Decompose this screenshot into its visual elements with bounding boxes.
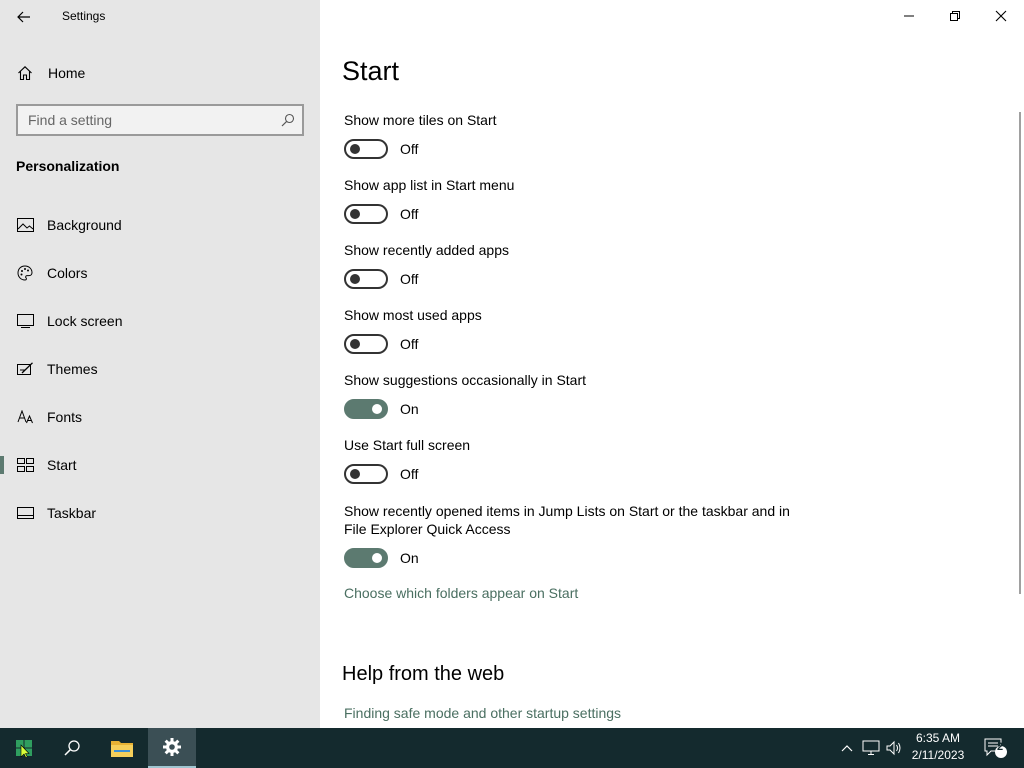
volume-button[interactable] [883, 728, 905, 768]
taskbar: 6:35 AM 2/11/2023 2 [0, 728, 1024, 768]
close-icon [995, 10, 1007, 22]
toggle-state: Off [400, 206, 419, 222]
sidebar: Settings Home Personalization Background… [0, 0, 320, 728]
sidebar-item-colors[interactable]: Colors [0, 249, 320, 297]
search-icon[interactable] [274, 106, 302, 134]
settings-taskbar-button[interactable] [148, 728, 196, 768]
sidebar-item-taskbar[interactable]: Taskbar [0, 489, 320, 537]
windows-logo-icon [16, 740, 32, 757]
setting-recently-added: Show recently added apps Off [344, 241, 804, 289]
section-title: Personalization [16, 158, 120, 174]
start-button[interactable] [0, 728, 48, 768]
minimize-button[interactable] [886, 0, 932, 32]
search-box[interactable] [16, 104, 304, 136]
sidebar-item-start[interactable]: Start [0, 441, 320, 489]
setting-most-used: Show most used apps Off [344, 306, 804, 354]
gear-icon [163, 738, 181, 756]
setting-label: Show suggestions occasionally in Start [344, 372, 587, 388]
setting-more-tiles: Show more tiles on Start Off [344, 111, 804, 159]
picture-icon [16, 216, 34, 234]
app-list-toggle[interactable] [344, 204, 388, 224]
setting-label: Show recently opened items in Jump Lists… [344, 503, 790, 537]
jump-lists-toggle[interactable] [344, 548, 388, 568]
more-tiles-toggle[interactable] [344, 139, 388, 159]
sidebar-item-label: Fonts [47, 409, 83, 425]
minimize-icon [904, 15, 914, 17]
toggle-knob [372, 553, 382, 563]
back-button[interactable] [8, 2, 40, 32]
sidebar-item-label: Themes [47, 361, 98, 377]
file-explorer-button[interactable] [98, 728, 146, 768]
sidebar-item-label: Lock screen [47, 313, 123, 329]
toggle-knob [350, 209, 360, 219]
sidebar-item-label: Background [47, 217, 122, 233]
help-link-safe-mode[interactable]: Finding safe mode and other startup sett… [344, 705, 621, 721]
choose-folders-link[interactable]: Choose which folders appear on Start [344, 585, 578, 601]
setting-jump-lists: Show recently opened items in Jump Lists… [344, 502, 804, 568]
toggle-state: Off [400, 141, 419, 157]
page-title: Start [342, 56, 400, 86]
toggle-knob [350, 144, 360, 154]
speaker-icon [886, 740, 901, 756]
app-title: Settings [62, 9, 106, 23]
toggle-state: On [400, 550, 419, 566]
sidebar-item-label: Start [47, 457, 77, 473]
sidebar-nav: Background Colors Lock screen Themes Fon… [0, 201, 320, 537]
help-title: Help from the web [342, 663, 505, 685]
toggle-state: Off [400, 466, 419, 482]
setting-label: Show more tiles on Start [344, 112, 497, 128]
full-screen-toggle[interactable] [344, 464, 388, 484]
setting-suggestions: Show suggestions occasionally in Start O… [344, 371, 804, 419]
start-tiles-icon [16, 456, 34, 474]
sidebar-item-themes[interactable]: Themes [0, 345, 320, 393]
restore-icon [950, 11, 960, 21]
home-label: Home [48, 65, 86, 81]
sidebar-item-background[interactable]: Background [0, 201, 320, 249]
setting-label: Show recently added apps [344, 242, 509, 258]
taskbar-icon [16, 504, 34, 522]
folder-icon [111, 741, 133, 757]
recently-added-toggle[interactable] [344, 269, 388, 289]
suggestions-toggle[interactable] [344, 399, 388, 419]
search-icon [64, 740, 80, 756]
toggle-state: Off [400, 271, 419, 287]
sidebar-item-lock-screen[interactable]: Lock screen [0, 297, 320, 345]
sidebar-item-label: Colors [47, 265, 88, 281]
search-input[interactable] [18, 106, 274, 134]
chevron-up-icon [841, 745, 853, 752]
setting-label: Show most used apps [344, 307, 482, 323]
show-hidden-icons-button[interactable] [836, 728, 858, 768]
search-taskbar-button[interactable] [48, 728, 96, 768]
toggle-state: Off [400, 336, 419, 352]
themes-brush-icon [16, 360, 34, 378]
palette-icon [16, 264, 34, 282]
sidebar-home[interactable]: Home [0, 56, 320, 90]
scrollbar[interactable] [1019, 112, 1021, 594]
back-arrow-icon [17, 11, 30, 23]
setting-full-screen: Use Start full screen Off [344, 436, 804, 484]
network-icon [862, 740, 880, 755]
notifications-button[interactable]: 2 [978, 728, 1012, 768]
lock-screen-icon [16, 312, 34, 330]
clock-time: 6:35 AM [915, 731, 961, 745]
toggle-state: On [400, 401, 419, 417]
toggle-knob [350, 274, 360, 284]
most-used-toggle[interactable] [344, 334, 388, 354]
clock[interactable]: 6:35 AM 2/11/2023 [905, 730, 971, 764]
restore-button[interactable] [932, 0, 978, 32]
setting-label: Use Start full screen [344, 437, 471, 453]
sidebar-item-fonts[interactable]: Fonts [0, 393, 320, 441]
clock-date: 2/11/2023 [911, 748, 965, 762]
home-icon [16, 64, 34, 82]
fonts-icon [16, 408, 34, 426]
setting-label: Show app list in Start menu [344, 177, 515, 193]
toggle-knob [350, 469, 360, 479]
sidebar-item-label: Taskbar [47, 505, 97, 521]
notification-count: 2 [996, 741, 1004, 753]
setting-app-list: Show app list in Start menu Off [344, 176, 804, 224]
network-button[interactable] [860, 728, 882, 768]
close-button[interactable] [978, 0, 1024, 32]
toggle-knob [372, 404, 382, 414]
toggle-knob [350, 339, 360, 349]
